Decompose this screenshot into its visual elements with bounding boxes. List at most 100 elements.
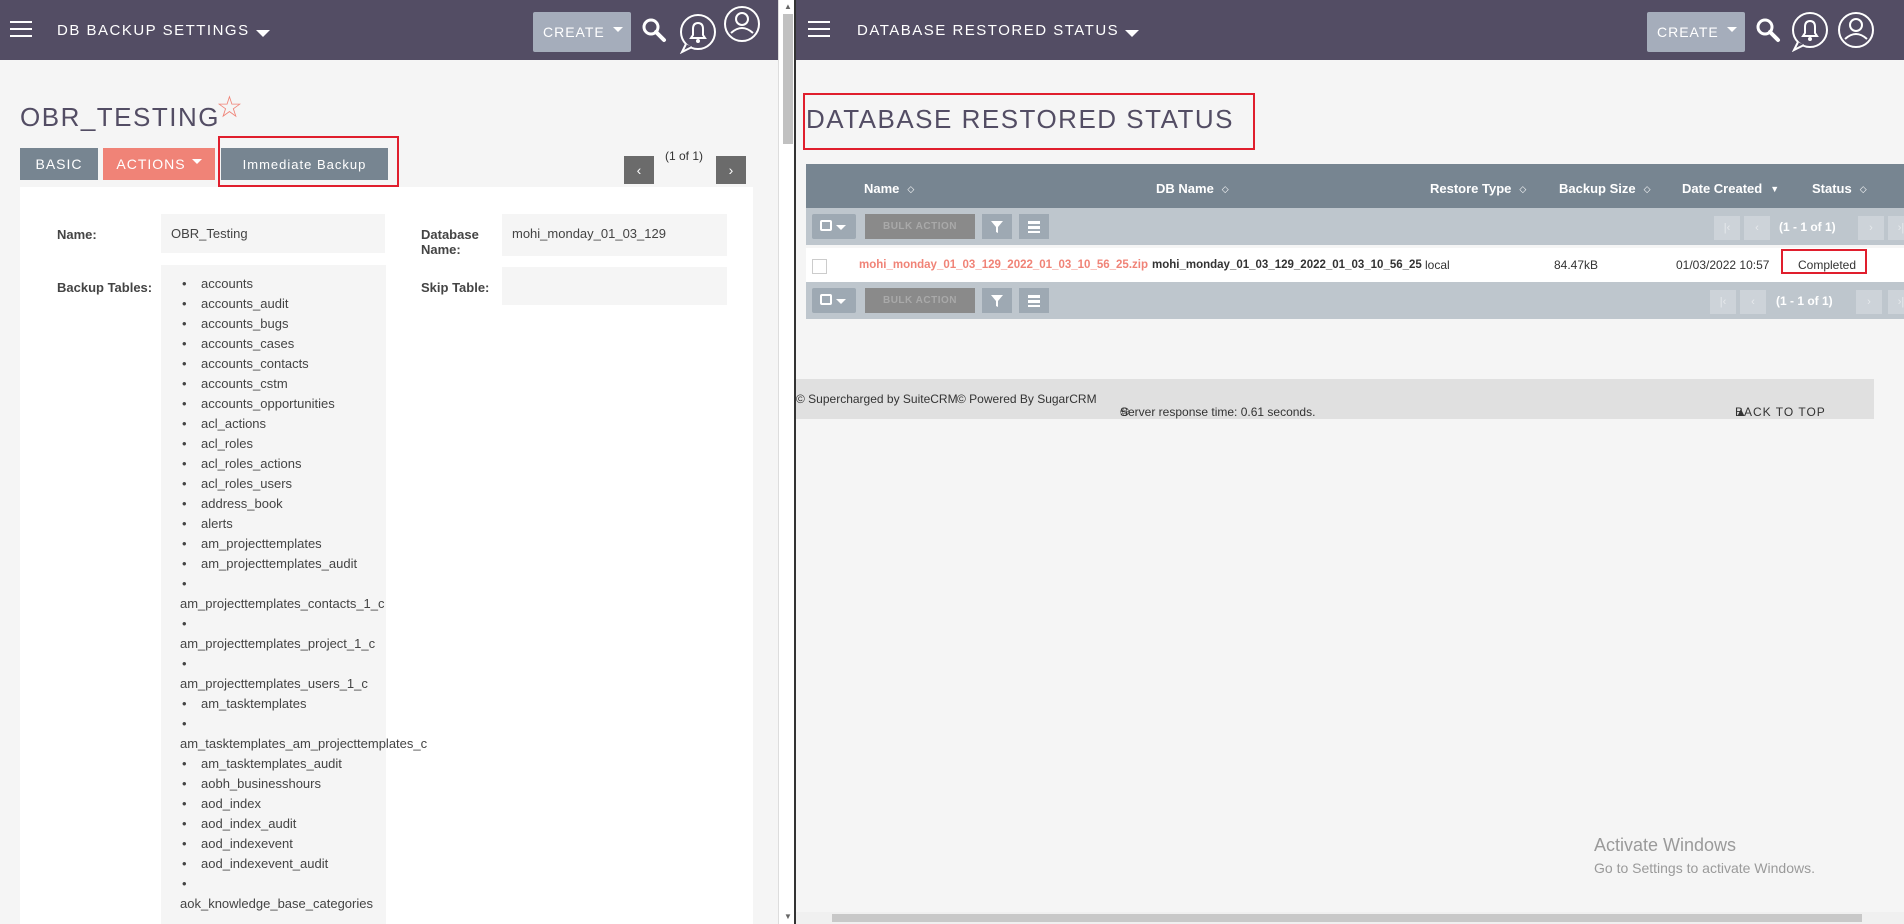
server-response-text: Server response time: 0.61 seconds. — [1120, 405, 1316, 419]
powered-by-link[interactable]: © Powered By SugarCRM — [957, 392, 1097, 406]
menu-icon[interactable] — [808, 21, 830, 39]
chevron-right-icon: › — [728, 162, 734, 178]
select-checkbox-dropdown[interactable] — [812, 288, 856, 313]
list-item: • am_projecttemplates_contacts_1_c — [180, 576, 385, 611]
user-avatar-icon[interactable] — [722, 4, 762, 44]
list-item: accounts_bugs — [180, 314, 427, 334]
list-item-text: am_tasktemplates_am_projecttemplates_c — [180, 736, 428, 751]
module-title: DB BACKUP SETTINGS — [57, 22, 250, 39]
table-row[interactable]: mohi_monday_01_03_129_2022_01_03_10_56_2… — [806, 248, 1904, 282]
highlight-box — [803, 93, 1255, 150]
sort-icon[interactable]: ◇ — [1222, 184, 1229, 195]
list-item: aod_indexevent — [180, 834, 427, 854]
column-restore-type-label: Restore Type — [1430, 181, 1512, 196]
user-avatar-icon[interactable] — [1836, 10, 1876, 50]
top-navbar: DB BACKUP SETTINGS CREATE — [0, 0, 778, 60]
horizontal-scrollbar[interactable] — [796, 912, 1904, 924]
first-page-button[interactable]: |‹ — [1714, 216, 1740, 240]
bulk-action-button[interactable]: BULK ACTION — [865, 288, 975, 313]
sort-desc-icon[interactable]: ▼ — [1770, 184, 1779, 194]
next-record-button[interactable]: › — [716, 156, 746, 184]
list-item-text: aok_knowledge_base_categories — [180, 896, 373, 911]
date-created-cell: 01/03/2022 10:57 — [1676, 258, 1770, 272]
list-item: accounts_audit — [180, 294, 427, 314]
scrollbar-thumb[interactable] — [832, 914, 1862, 922]
chevron-down-icon — [255, 30, 270, 37]
caret-down-icon — [1726, 26, 1737, 32]
actions-dropdown[interactable]: ACTIONS — [103, 148, 215, 180]
list-item: accounts_opportunities — [180, 394, 427, 414]
restore-type-cell: local — [1425, 258, 1450, 272]
filter-button[interactable] — [982, 214, 1012, 239]
database-name-label: Database Name: — [421, 227, 479, 257]
column-restore-type[interactable]: Restore Type ◇ — [1430, 181, 1526, 196]
table-header: Name ◇ DB Name ◇ Restore Type ◇ Backup Size… — [806, 164, 1904, 208]
first-page-button[interactable]: |‹ — [1710, 290, 1736, 314]
chevron-left-icon: ‹ — [636, 162, 642, 178]
top-navbar: DATABASE RESTORED STATUS CREATE — [796, 0, 1904, 60]
supercharged-link[interactable]: © Supercharged by SuiteCRM — [796, 392, 958, 406]
list-item: aod_indexevent_audit — [180, 854, 427, 874]
column-backup-size[interactable]: Backup Size ◇ — [1559, 181, 1651, 196]
column-date-created[interactable]: Date Created ▼ — [1682, 181, 1779, 196]
previous-page-button[interactable]: ‹ — [1740, 290, 1766, 314]
sort-icon[interactable]: ◇ — [1860, 184, 1867, 195]
arrow-up-icon: ▲ — [1735, 405, 1748, 419]
last-page-button[interactable]: ›| — [1888, 216, 1904, 240]
sort-icon[interactable]: ◇ — [1644, 184, 1651, 195]
scroll-up-icon[interactable]: ▲ — [784, 2, 792, 11]
right-window: DATABASE RESTORED STATUS CREATE DATABASE… — [796, 0, 1904, 924]
select-checkbox-dropdown[interactable] — [812, 214, 856, 239]
search-icon[interactable] — [640, 16, 668, 44]
next-page-button[interactable]: › — [1858, 216, 1884, 240]
list-toolbar-top: BULK ACTION |‹ ‹ (1 - 1 of 1) › ›| — [806, 208, 1904, 245]
activate-windows-watermark: Activate Windows Go to Settings to activ… — [1594, 835, 1815, 876]
list-item-text: am_projecttemplates_contacts_1_c — [180, 596, 385, 611]
backup-tables-list: accounts accounts_audit accounts_bugs ac… — [180, 274, 427, 914]
scroll-down-icon[interactable]: ▼ — [784, 912, 792, 921]
column-chooser-button[interactable] — [1019, 214, 1049, 239]
list-item: acl_roles — [180, 434, 427, 454]
last-page-button[interactable]: ›| — [1888, 290, 1904, 314]
column-db-name[interactable]: DB Name ◇ — [1156, 181, 1229, 196]
column-name[interactable]: Name ◇ — [864, 181, 914, 196]
row-checkbox[interactable] — [812, 259, 827, 274]
backup-tables-label: Backup Tables: — [57, 280, 153, 295]
previous-page-button[interactable]: ‹ — [1744, 216, 1770, 240]
module-menu[interactable]: DATABASE RESTORED STATUS — [857, 22, 1140, 39]
create-label: CREATE — [543, 24, 605, 40]
bulk-action-button[interactable]: BULK ACTION — [865, 214, 975, 239]
next-page-button[interactable]: › — [1856, 290, 1882, 314]
list-item: address_book — [180, 494, 427, 514]
column-backup-size-label: Backup Size — [1559, 181, 1636, 196]
previous-record-button[interactable]: ‹ — [624, 156, 654, 184]
record-name-link[interactable]: mohi_monday_01_03_129_2022_01_03_10_56_2… — [859, 248, 1148, 282]
search-icon[interactable] — [1754, 16, 1782, 44]
module-menu[interactable]: DB BACKUP SETTINGS — [57, 22, 270, 39]
sort-icon[interactable]: ◇ — [907, 184, 914, 195]
column-chooser-button[interactable] — [1019, 288, 1049, 313]
tab-basic[interactable]: BASIC — [20, 148, 98, 180]
column-name-label: Name — [864, 181, 900, 196]
notification-bell-icon[interactable] — [1790, 10, 1830, 52]
column-status[interactable]: Status ◇ — [1812, 181, 1867, 196]
favorite-star-icon[interactable]: ☆ — [216, 90, 243, 125]
list-item: • aok_knowledge_base_categories — [180, 876, 373, 911]
vertical-scrollbar[interactable]: ▲ ▼ — [778, 0, 796, 924]
create-button[interactable]: CREATE — [533, 12, 631, 52]
skip-table-label: Skip Table: — [421, 280, 490, 295]
notification-bell-icon[interactable] — [678, 12, 718, 54]
create-button[interactable]: CREATE — [1647, 12, 1745, 52]
create-label: CREATE — [1657, 24, 1719, 40]
list-item-text: am_projecttemplates_users_1_c — [180, 676, 368, 691]
list-columns-icon — [1028, 220, 1040, 233]
filter-button[interactable] — [982, 288, 1012, 313]
record-title: OBR_TESTING — [20, 102, 220, 132]
list-item: am_projecttemplates — [180, 534, 427, 554]
menu-icon[interactable] — [10, 21, 32, 39]
highlight-box — [1781, 249, 1867, 274]
scrollbar-thumb[interactable] — [783, 14, 793, 144]
sort-icon[interactable]: ◇ — [1519, 184, 1526, 195]
watermark-subtitle: Go to Settings to activate Windows. — [1594, 860, 1815, 876]
column-db-name-label: DB Name — [1156, 181, 1214, 196]
